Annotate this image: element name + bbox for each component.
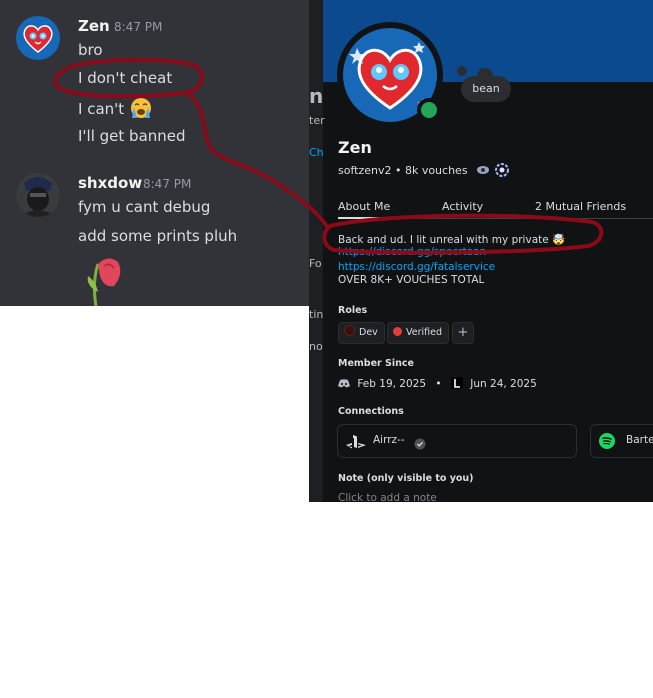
message-text: I'll get banned bbox=[78, 127, 186, 145]
role-pill-verified[interactable]: Verified bbox=[387, 322, 450, 344]
bio-link[interactable]: https://discord.gg/fatalservice bbox=[338, 261, 495, 273]
tab-about-me[interactable]: About Me bbox=[338, 200, 390, 213]
member-since-heading: Member Since bbox=[338, 358, 414, 369]
server-icon bbox=[450, 377, 463, 389]
background-fragment: Fo bbox=[309, 257, 322, 270]
verified-check-icon bbox=[414, 435, 426, 450]
background-fragment: tin bbox=[309, 308, 324, 321]
profile-username-line: softzenv2 • 8k vouches bbox=[338, 163, 509, 177]
online-status-indicator bbox=[417, 98, 441, 122]
profile-avatar-frame bbox=[337, 22, 443, 128]
chat-panel: Zen 8:47 PM bro I don't cheat I can't I'… bbox=[0, 0, 310, 306]
connection-spotify[interactable]: Barte bbox=[590, 424, 653, 458]
user-profile-panel: n ter Ch Fo tin no bean Zen softzenv2 • … bbox=[309, 0, 653, 502]
role-color-dot bbox=[344, 325, 355, 336]
author-name[interactable]: Zen bbox=[78, 17, 110, 35]
wilted-rose-sticker[interactable] bbox=[84, 252, 128, 306]
active-tab-indicator bbox=[338, 217, 390, 219]
connections-heading: Connections bbox=[338, 406, 404, 417]
note-input[interactable]: Click to add a note bbox=[338, 492, 437, 502]
role-pill-dev[interactable]: Dev bbox=[338, 322, 385, 344]
message-text-with-emoji: I can't bbox=[78, 97, 153, 119]
connection-account-name: Airrz-- bbox=[373, 434, 405, 446]
background-fragment: ter bbox=[309, 114, 325, 127]
background-fragment: n bbox=[309, 84, 324, 108]
spotify-icon bbox=[599, 433, 615, 449]
author-name[interactable]: shxdow bbox=[78, 174, 142, 192]
separator: • bbox=[435, 378, 442, 390]
bio-link[interactable]: https://discord.gg/specrtaan bbox=[338, 246, 486, 258]
message-text: fym u cant debug bbox=[78, 198, 211, 216]
note-heading: Note (only visible to you) bbox=[338, 473, 474, 484]
roles-heading: Roles bbox=[338, 305, 368, 316]
custom-status-bubble[interactable]: bean bbox=[461, 76, 511, 102]
timestamp: 8:47 PM bbox=[143, 177, 192, 191]
bio-line: OVER 8K+ VOUCHES TOTAL bbox=[338, 274, 485, 286]
background-fragment: Ch bbox=[309, 146, 324, 159]
role-name: Verified bbox=[406, 327, 443, 338]
message-text: bro bbox=[78, 41, 103, 59]
message-text: I can't bbox=[78, 100, 125, 118]
connection-playstation[interactable]: Airrz-- bbox=[337, 424, 577, 458]
quest-badge-icon[interactable] bbox=[494, 163, 509, 177]
connection-account-name: Barte bbox=[626, 434, 653, 446]
playstation-icon bbox=[346, 434, 366, 449]
discord-logo-icon bbox=[338, 379, 350, 388]
avatar[interactable] bbox=[16, 16, 60, 60]
server-join-date: Jun 24, 2025 bbox=[470, 378, 537, 390]
role-name: Dev bbox=[359, 327, 378, 338]
background-fragment: no bbox=[309, 340, 323, 353]
message-text: add some prints pluh bbox=[78, 227, 238, 245]
username[interactable]: softzenv2 • 8k vouches bbox=[338, 164, 468, 177]
tab-activity[interactable]: Activity bbox=[442, 200, 483, 213]
avatar[interactable] bbox=[16, 173, 60, 217]
add-role-button[interactable]: + bbox=[452, 322, 474, 344]
loudly-crying-emoji-icon bbox=[129, 97, 153, 119]
role-color-dot bbox=[393, 327, 402, 336]
profile-display-name: Zen bbox=[338, 138, 372, 157]
status-bubble-tail bbox=[457, 66, 467, 76]
tab-mutual-friends[interactable]: 2 Mutual Friends bbox=[535, 200, 626, 213]
background-channel-sliver: n ter Ch Fo tin no bbox=[309, 0, 325, 502]
message-text: I don't cheat bbox=[78, 69, 173, 87]
hypesquad-badge-icon[interactable] bbox=[477, 165, 490, 175]
member-since-row: Feb 19, 2025 • Jun 24, 2025 bbox=[338, 377, 537, 390]
discord-join-date: Feb 19, 2025 bbox=[357, 378, 427, 390]
bio-line: Back and ud. I lit unreal with my privat… bbox=[338, 234, 566, 246]
timestamp: 8:47 PM bbox=[114, 20, 163, 34]
